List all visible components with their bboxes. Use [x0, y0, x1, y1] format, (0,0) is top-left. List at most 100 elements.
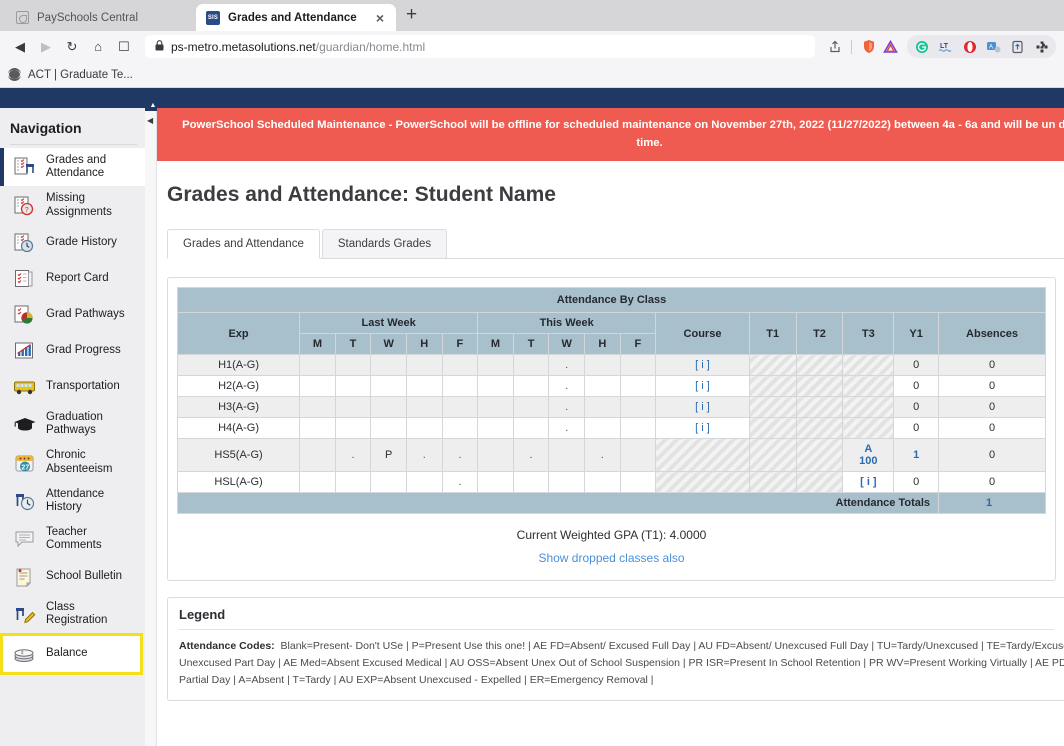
- address-bar[interactable]: ps-metro.metasolutions.net/guardian/home…: [145, 35, 815, 58]
- cell-t3: [842, 417, 895, 439]
- cell-this-week-2: .: [548, 354, 585, 376]
- cell-last-week-4: [441, 375, 479, 397]
- cell-t3[interactable]: A 100: [842, 438, 895, 472]
- browser-tab-grades[interactable]: SIS Grades and Attendance ×: [196, 4, 396, 31]
- translate-icon[interactable]: A: [983, 36, 1004, 57]
- page-title: Grades and Attendance: Student Name: [167, 183, 556, 206]
- cell-last-week-4: [441, 417, 479, 439]
- cell-last-week-1: [334, 375, 372, 397]
- cell-this-week-1: [512, 375, 550, 397]
- cell-last-week-0: [299, 354, 336, 376]
- cell-this-week-3: [583, 396, 621, 418]
- reload-icon[interactable]: ↻: [60, 35, 84, 59]
- sidebar-item-grad-pathways[interactable]: Grad Pathways: [0, 297, 145, 333]
- sidebar-item-class-registration[interactable]: Class Registration: [0, 595, 145, 633]
- bookmarks-bar: ACT | Graduate Te...: [0, 62, 1064, 88]
- cell-t1: [748, 438, 797, 472]
- cell-this-week-2: [548, 471, 585, 493]
- url-text: ps-metro.metasolutions.net/guardian/home…: [171, 40, 425, 54]
- sidebar-item-grade-history[interactable]: Grade History: [0, 225, 145, 261]
- cell-last-week-3: .: [405, 438, 443, 472]
- bookmark-icon[interactable]: ☐: [112, 35, 136, 59]
- sidebar-item-teacher-comments[interactable]: Teacher Comments: [0, 520, 145, 558]
- cell-last-week-3: [405, 375, 443, 397]
- cell-course[interactable]: [ i ]: [655, 396, 750, 418]
- cell-y1: 0: [893, 354, 940, 376]
- sidebar-item-school-bulletin[interactable]: School Bulletin: [0, 559, 145, 595]
- cell-t3: [842, 354, 895, 376]
- cell-exp: H1(A-G): [176, 354, 301, 376]
- cell-y1: 0: [893, 375, 940, 397]
- header-tw-w: W: [548, 333, 585, 355]
- table-row: H4(A-G). [ i ] 0 0: [176, 417, 1046, 439]
- forward-icon[interactable]: ▶: [34, 35, 58, 59]
- sidebar-item-label: Class Registration: [46, 600, 108, 626]
- grad-pathways-icon: [12, 303, 38, 327]
- lt-icon[interactable]: LT: [935, 36, 956, 57]
- sidebar-item-transportation[interactable]: Transportation: [0, 369, 145, 405]
- chevron-left-icon[interactable]: ◀: [147, 116, 153, 125]
- cell-course[interactable]: [ i ]: [655, 417, 750, 439]
- cell-this-week-0: [477, 417, 514, 439]
- sidebar-item-grades-and-attendance[interactable]: Grades and Attendance: [0, 148, 145, 187]
- cell-this-week-0: [477, 471, 514, 493]
- sidebar-item-grad-progress[interactable]: Grad Progress: [0, 333, 145, 369]
- share-icon[interactable]: [824, 36, 845, 57]
- puzzle-icon[interactable]: [1031, 36, 1052, 57]
- upload-icon[interactable]: [1007, 36, 1028, 57]
- cell-t2: [795, 471, 844, 493]
- back-icon[interactable]: ◀: [8, 35, 32, 59]
- cell-last-week-1: [334, 396, 372, 418]
- bus-icon: [12, 375, 38, 399]
- sidebar-item-chronic-absenteeism[interactable]: 27 Chronic Absenteeism: [0, 443, 145, 481]
- cell-this-week-3: [583, 375, 621, 397]
- header-t3: T3: [842, 312, 895, 355]
- bookmark-item-act[interactable]: ACT | Graduate Te...: [28, 69, 133, 81]
- cell-course[interactable]: [ i ]: [655, 375, 750, 397]
- attendance-by-class-table: Attendance By Class Exp Last Week This W…: [176, 287, 1046, 514]
- cell-t2: [795, 396, 844, 418]
- cell-last-week-1: [334, 354, 372, 376]
- close-icon[interactable]: ×: [374, 11, 386, 25]
- cell-last-week-2: [370, 417, 407, 439]
- show-dropped-classes[interactable]: Show dropped classes also: [177, 551, 1046, 565]
- grammarly-icon[interactable]: [911, 36, 932, 57]
- sidebar-item-label: Transportation: [46, 380, 120, 393]
- cell-last-week-4: [441, 396, 479, 418]
- cell-this-week-4: [619, 417, 657, 439]
- home-icon[interactable]: ⌂: [86, 35, 110, 59]
- header-tw-m: M: [477, 333, 514, 355]
- opera-icon[interactable]: [959, 36, 980, 57]
- sidebar-item-report-card[interactable]: Report Card: [0, 261, 145, 297]
- show-dropped-classes-link[interactable]: Show dropped classes also: [538, 551, 684, 565]
- cell-last-week-2: [370, 375, 407, 397]
- cell-last-week-4: .: [441, 471, 479, 493]
- cell-this-week-2: .: [548, 375, 585, 397]
- sidebar-item-missing-assignments[interactable]: ? Missing Assignments: [0, 186, 145, 224]
- browser-tab-payschools[interactable]: PaySchools Central: [6, 4, 196, 31]
- cell-t1: [748, 417, 797, 439]
- cell-last-week-2: [370, 396, 407, 418]
- brave-shield-icon[interactable]: [858, 36, 879, 57]
- sidebar-item-balance[interactable]: ¢ Balance: [0, 633, 143, 676]
- header-lw-w: W: [370, 333, 407, 355]
- browser-window: PaySchools Central SIS Grades and Attend…: [0, 0, 1064, 746]
- cell-t3[interactable]: [ i ]: [842, 471, 895, 493]
- triangle-icon[interactable]: [880, 36, 901, 57]
- cell-this-week-2: .: [548, 396, 585, 418]
- svg-text:LT: LT: [940, 43, 949, 50]
- coins-icon: ¢: [12, 642, 38, 666]
- sis-favicon: SIS: [206, 10, 220, 25]
- sidebar-item-attendance-history[interactable]: Attendance History: [0, 482, 145, 520]
- new-tab-button[interactable]: +: [396, 5, 425, 27]
- sidebar-item-graduation-pathways[interactable]: Graduation Pathways: [0, 405, 145, 443]
- cell-this-week-0: [477, 375, 514, 397]
- header-tw-t: T: [512, 333, 550, 355]
- table-group-header-row: Exp Last Week This Week Course T1 T2 T3 …: [176, 312, 1046, 355]
- cell-t2: [795, 354, 844, 376]
- cell-course[interactable]: [ i ]: [655, 354, 750, 376]
- sidebar-item-label: Balance: [46, 647, 88, 660]
- tab-grades-and-attendance[interactable]: Grades and Attendance: [167, 229, 320, 259]
- sidebar-collapse-strip[interactable]: ▲ ◀: [145, 100, 161, 746]
- tab-standards-grades[interactable]: Standards Grades: [321, 229, 448, 258]
